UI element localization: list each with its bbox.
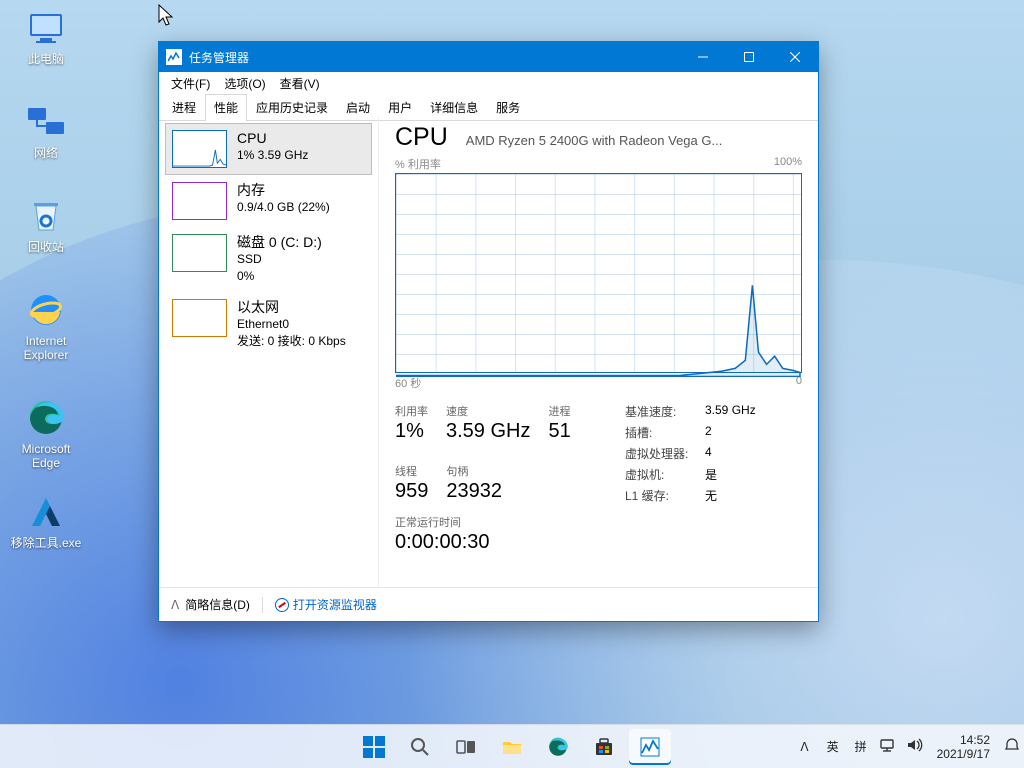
resource-ethernet[interactable]: 以太网Ethernet0 发送: 0 接收: 0 Kbps [165,292,372,357]
tray-overflow-button[interactable]: ᐱ [794,736,814,758]
titlebar[interactable]: 任务管理器 [159,42,818,72]
resource-name: 磁盘 0 (C: D:) [237,234,322,251]
x-axis-right: 0 [796,375,802,391]
notifications-icon[interactable] [1004,737,1020,756]
menu-bar: 文件(F) 选项(O) 查看(V) [159,72,818,94]
y-axis-label: % 利用率 [395,156,441,172]
resource-sub: 0.9/4.0 GB (22%) [237,199,330,216]
minimize-button[interactable] [680,42,726,72]
stat-uptime: 正常运行时间 0:00:00:30 [395,514,802,554]
resource-sub: SSD 0% [237,251,322,285]
resource-name: 以太网 [237,299,346,316]
desktop-icon-label: Internet Explorer [6,334,86,362]
desktop-icon-edge[interactable]: Microsoft Edge [6,398,86,470]
resource-memory[interactable]: 内存0.9/4.0 GB (22%) [165,175,372,227]
desktop-icon-ie[interactable]: Internet Explorer [6,290,86,362]
menu-options[interactable]: 选项(O) [218,73,271,94]
resmon-icon [275,598,289,612]
resource-sub: 1% 3.59 GHz [237,147,308,164]
cpu-thumb-icon [172,130,227,168]
resource-name: 内存 [237,182,330,199]
close-button[interactable] [772,42,818,72]
taskbar-edge-button[interactable] [537,729,579,765]
taskbar-taskmgr-button[interactable] [629,729,671,765]
taskbar-explorer-button[interactable] [491,729,533,765]
ime-mode[interactable]: 拼 [851,736,871,757]
window-footer: ᐱ 简略信息(D) 打开资源监视器 [159,587,818,621]
memory-thumb-icon [172,182,227,220]
stat-threads: 线程959 [395,463,428,505]
resource-cpu[interactable]: CPU1% 3.59 GHz [165,123,372,175]
taskbar-search-button[interactable] [399,729,441,765]
detail-heading: CPU [395,123,448,152]
network-icon[interactable] [879,736,897,757]
cpu-detail-pane: CPU AMD Ryzen 5 2400G with Radeon Vega G… [379,117,818,587]
x-axis-left: 60 秒 [395,375,421,391]
volume-icon[interactable] [905,736,923,757]
resource-name: CPU [237,130,308,147]
cpu-graph[interactable] [395,173,802,373]
disk-thumb-icon [172,234,227,272]
ime-language[interactable]: 英 [823,736,843,757]
app-icon [166,49,182,65]
open-resmon-link[interactable]: 打开资源监视器 [275,596,377,613]
stat-speed: 速度3.59 GHz [446,403,530,445]
cpu-line-icon [396,174,801,377]
desktop-icon-recycle-bin[interactable]: 回收站 [6,196,86,254]
desktop-icon-label: 移除工具.exe [6,536,86,550]
desktop-icon-removal-tool[interactable]: 移除工具.exe [6,492,86,550]
window-title: 任务管理器 [189,49,680,66]
taskbar-taskview-button[interactable] [445,729,487,765]
menu-file[interactable]: 文件(F) [165,73,216,94]
task-manager-window: 任务管理器 文件(F) 选项(O) 查看(V) 进程 性能 应用历史记录 启动 … [158,41,819,622]
brief-info-link[interactable]: 简略信息(D) [185,596,250,613]
cpu-model: AMD Ryzen 5 2400G with Radeon Vega G... [466,133,802,148]
cpu-spec-table: 基准速度:3.59 GHz 插槽:2 虚拟处理器:4 虚拟机:是 L1 缓存:无 [625,403,756,504]
y-axis-max: 100% [774,156,802,172]
desktop-icon-label: 回收站 [6,240,86,254]
stat-processes: 进程51 [548,403,570,445]
resource-disk[interactable]: 磁盘 0 (C: D:)SSD 0% [165,227,372,292]
desktop-icon-this-pc[interactable]: 此电脑 [6,8,86,66]
ethernet-thumb-icon [172,299,227,337]
desktop-icon-network[interactable]: 网络 [6,102,86,160]
stat-utilization: 利用率1% [395,403,428,445]
maximize-button[interactable] [726,42,772,72]
desktop-icon-label: Microsoft Edge [6,442,86,470]
chevron-up-icon[interactable]: ᐱ [171,598,179,612]
separator [262,597,263,613]
resource-list: CPU1% 3.59 GHz 内存0.9/4.0 GB (22%) 磁盘 0 (… [159,117,379,587]
menu-view[interactable]: 查看(V) [274,73,326,94]
taskbar[interactable]: ᐱ 英 拼 14:522021/9/17 [0,724,1024,768]
stat-handles: 句柄23932 [446,463,502,505]
tray-clock[interactable]: 14:522021/9/17 [931,733,996,761]
desktop-icon-label: 此电脑 [6,52,86,66]
resource-sub: Ethernet0 发送: 0 接收: 0 Kbps [237,316,346,350]
start-button[interactable] [353,729,395,765]
taskbar-store-button[interactable] [583,729,625,765]
system-tray: ᐱ 英 拼 14:522021/9/17 [794,733,1020,761]
desktop-icon-label: 网络 [6,146,86,160]
